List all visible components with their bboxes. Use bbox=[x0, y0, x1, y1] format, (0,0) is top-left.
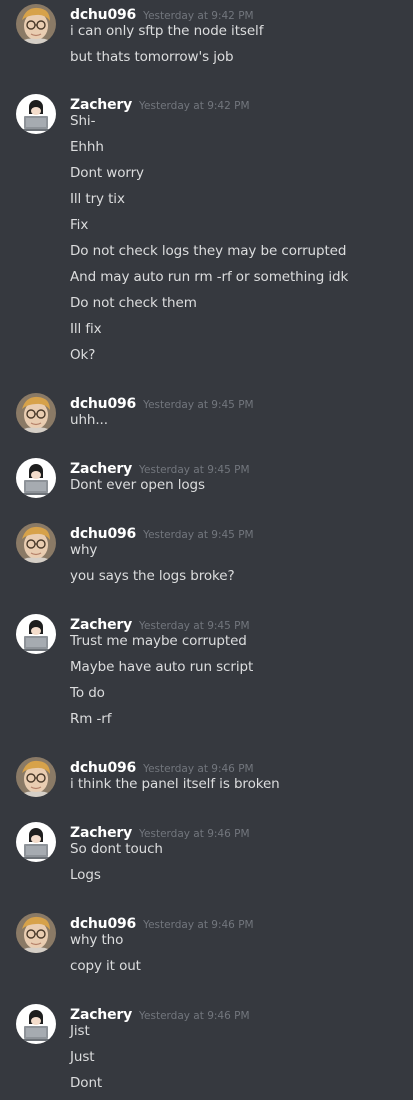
avatar[interactable] bbox=[16, 822, 56, 862]
message-text: Dont bbox=[70, 1075, 103, 1091]
timestamp: Yesterday at 9:45 PM bbox=[143, 529, 254, 541]
username[interactable]: dchu096 bbox=[70, 526, 136, 542]
message-text: Just bbox=[70, 1049, 95, 1065]
message-header: Zachery Yesterday at 9:42 PM bbox=[70, 94, 250, 116]
avatar[interactable] bbox=[16, 913, 56, 953]
message-text: why tho bbox=[70, 932, 124, 948]
message-text: Shi- bbox=[70, 113, 96, 129]
message-text: Ok? bbox=[70, 347, 96, 363]
username[interactable]: Zachery bbox=[70, 97, 132, 113]
timestamp: Yesterday at 9:46 PM bbox=[143, 919, 254, 931]
message-group: dchu096 Yesterday at 9:46 PM i think the p… bbox=[0, 757, 413, 801]
avatar[interactable] bbox=[16, 523, 56, 563]
avatar[interactable] bbox=[16, 614, 56, 654]
message-text: Ehhh bbox=[70, 139, 104, 155]
timestamp: Yesterday at 9:46 PM bbox=[139, 828, 250, 840]
timestamp: Yesterday at 9:42 PM bbox=[139, 100, 250, 112]
message-text: Logs bbox=[70, 867, 101, 883]
message-text: Fix bbox=[70, 217, 89, 233]
message-text: Maybe have auto run script bbox=[70, 659, 254, 675]
message-text: copy it out bbox=[70, 958, 141, 974]
message-text: uhh... bbox=[70, 412, 108, 428]
username[interactable]: Zachery bbox=[70, 617, 132, 633]
message-text: Ill fix bbox=[70, 321, 102, 337]
message-text: Dont ever open logs bbox=[70, 477, 205, 493]
message-text: Do not check logs they may be corrupted bbox=[70, 243, 347, 259]
username[interactable]: dchu096 bbox=[70, 760, 136, 776]
message-header: dchu096 Yesterday at 9:45 PM bbox=[70, 523, 254, 545]
username[interactable]: dchu096 bbox=[70, 7, 136, 23]
message-text: Trust me maybe corrupted bbox=[70, 633, 247, 649]
timestamp: Yesterday at 9:46 PM bbox=[139, 1010, 250, 1022]
message-text: but thats tomorrow's job bbox=[70, 49, 234, 65]
username[interactable]: dchu096 bbox=[70, 916, 136, 932]
username[interactable]: dchu096 bbox=[70, 396, 136, 412]
message-group: Zachery Yesterday at 9:45 PM Trust me mayb… bbox=[0, 614, 413, 736]
message-text: Rm -rf bbox=[70, 711, 112, 727]
username[interactable]: Zachery bbox=[70, 1007, 132, 1023]
message-text: And may auto run rm -rf or something idk bbox=[70, 269, 349, 285]
timestamp: Yesterday at 9:45 PM bbox=[139, 464, 250, 476]
message-text: why bbox=[70, 542, 98, 558]
avatar[interactable] bbox=[16, 94, 56, 134]
username[interactable]: Zachery bbox=[70, 461, 132, 477]
message-group: dchu096 Yesterday at 9:42 PM i can only sf… bbox=[0, 4, 413, 74]
username[interactable]: Zachery bbox=[70, 825, 132, 841]
timestamp: Yesterday at 9:45 PM bbox=[139, 620, 250, 632]
avatar[interactable] bbox=[16, 458, 56, 498]
message-text: you says the logs broke? bbox=[70, 568, 235, 584]
message-group: dchu096 Yesterday at 9:45 PM uhh... bbox=[0, 393, 413, 437]
message-text: So dont touch bbox=[70, 841, 163, 857]
message-text: Dont worry bbox=[70, 165, 144, 181]
message-group: Zachery Yesterday at 9:46 PM Jist Just Dont bbox=[0, 1004, 413, 1100]
timestamp: Yesterday at 9:42 PM bbox=[143, 10, 254, 22]
message-text: Ill try tix bbox=[70, 191, 125, 207]
avatar[interactable] bbox=[16, 393, 56, 433]
message-text: Jist bbox=[70, 1023, 90, 1039]
message-text: i can only sftp the node itself bbox=[70, 23, 264, 39]
message-group: Zachery Yesterday at 9:46 PM So dont touch… bbox=[0, 822, 413, 892]
avatar[interactable] bbox=[16, 757, 56, 797]
message-header: Zachery Yesterday at 9:46 PM bbox=[70, 1004, 250, 1026]
message-group: Zachery Yesterday at 9:42 PM Shi- Ehhh Dont … bbox=[0, 94, 413, 372]
message-group: dchu096 Yesterday at 9:45 PM why you says t… bbox=[0, 523, 413, 593]
avatar[interactable] bbox=[16, 1004, 56, 1044]
message-text: Do not check them bbox=[70, 295, 197, 311]
timestamp: Yesterday at 9:46 PM bbox=[143, 763, 254, 775]
message-group: dchu096 Yesterday at 9:46 PM why tho copy i… bbox=[0, 913, 413, 983]
message-text: i think the panel itself is broken bbox=[70, 776, 280, 792]
message-text: To do bbox=[70, 685, 105, 701]
avatar[interactable] bbox=[16, 4, 56, 44]
timestamp: Yesterday at 9:45 PM bbox=[143, 399, 254, 411]
message-group: Zachery Yesterday at 9:45 PM Dont ever ope… bbox=[0, 458, 413, 502]
